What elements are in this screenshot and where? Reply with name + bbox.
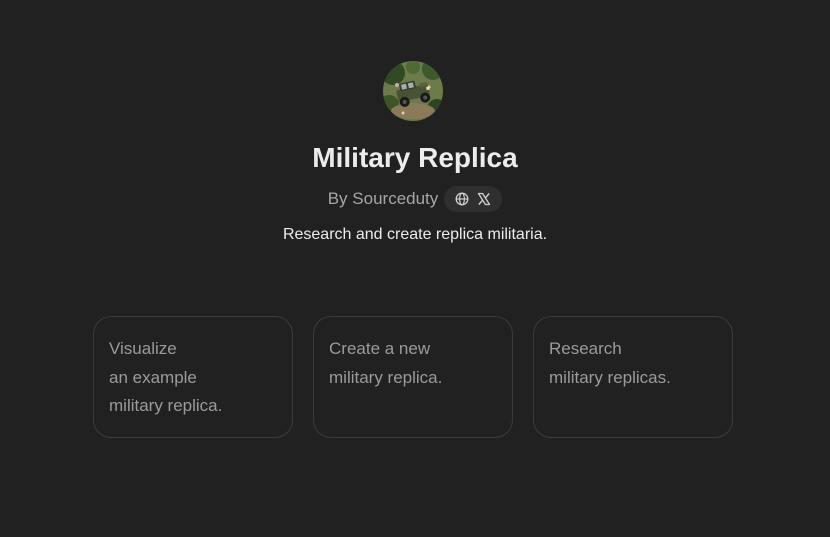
author-links <box>444 186 503 212</box>
gpt-byline: By Sourceduty <box>0 186 830 212</box>
starter-card[interactable]: Create a new military replica. <box>313 316 513 438</box>
jeep-in-forest-avatar-icon <box>383 61 443 121</box>
author-name: By Sourceduty <box>327 189 439 208</box>
gpt-title: Military Replica <box>312 142 518 173</box>
starter-card[interactable]: Research military replicas. <box>533 316 733 438</box>
x-logo-icon[interactable] <box>476 191 492 207</box>
starter-card[interactable]: Visualize an example military replica. <box>93 316 293 438</box>
gpt-avatar <box>383 61 443 121</box>
globe-icon[interactable] <box>454 191 470 207</box>
gpt-description: Research and create replica militaria. <box>282 226 548 243</box>
conversation-starters: Visualize an example military replica. C… <box>93 316 733 438</box>
gpt-landing: Military Replica By Sourceduty Research … <box>0 0 830 537</box>
